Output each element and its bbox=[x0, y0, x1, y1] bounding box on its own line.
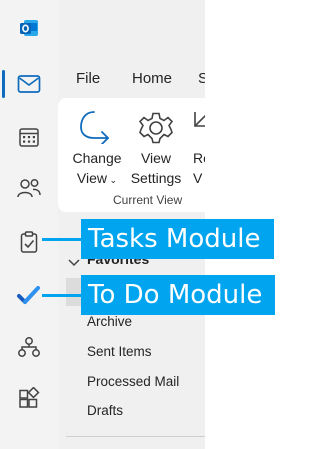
tab-send-receive[interactable]: S bbox=[198, 70, 205, 87]
chevron-down-icon[interactable] bbox=[68, 254, 80, 272]
people-icon[interactable] bbox=[0, 168, 58, 208]
gear-icon bbox=[136, 108, 176, 153]
clipboard-check-icon[interactable] bbox=[0, 222, 58, 262]
reset-view-button[interactable]: Re V bbox=[190, 102, 205, 188]
folder-processed-mail[interactable]: Processed Mail bbox=[87, 374, 179, 389]
ribbon: Change View ⌄ View Settings R V Current … bbox=[58, 98, 205, 212]
mail-icon[interactable] bbox=[0, 64, 58, 104]
folder-archive[interactable]: Archive bbox=[87, 314, 132, 329]
folder-sent-items[interactable]: Sent Items bbox=[87, 344, 152, 359]
change-view-button[interactable]: Change View ⌄ bbox=[68, 102, 126, 188]
redo-arrow-icon bbox=[78, 108, 114, 149]
reset-view-label: Re bbox=[193, 150, 205, 166]
current-view-group-label: Current View bbox=[113, 193, 183, 207]
reset-arrow-icon bbox=[192, 110, 205, 137]
divider bbox=[66, 436, 205, 437]
view-settings-label-2: Settings bbox=[130, 170, 182, 186]
change-view-label-2: View ⌄ bbox=[76, 170, 118, 186]
view-settings-label: View bbox=[140, 150, 172, 166]
chevron-down-icon: ⌄ bbox=[107, 175, 118, 185]
apps-icon[interactable] bbox=[0, 378, 58, 418]
folder-drafts[interactable]: Drafts bbox=[87, 403, 123, 418]
change-view-label: Change bbox=[72, 150, 122, 166]
tasks-module-callout: Tasks Module bbox=[81, 219, 274, 259]
tab-file[interactable]: File bbox=[76, 70, 100, 87]
reset-view-label-2: V bbox=[193, 170, 203, 186]
org-icon[interactable] bbox=[0, 327, 58, 367]
todo-module-callout: To Do Module bbox=[81, 275, 275, 315]
calendar-icon[interactable] bbox=[0, 117, 58, 157]
outlook-logo-icon bbox=[0, 8, 58, 48]
view-settings-button[interactable]: View Settings bbox=[128, 102, 184, 188]
tab-home[interactable]: Home bbox=[132, 70, 172, 87]
navigation-rail bbox=[0, 0, 58, 449]
